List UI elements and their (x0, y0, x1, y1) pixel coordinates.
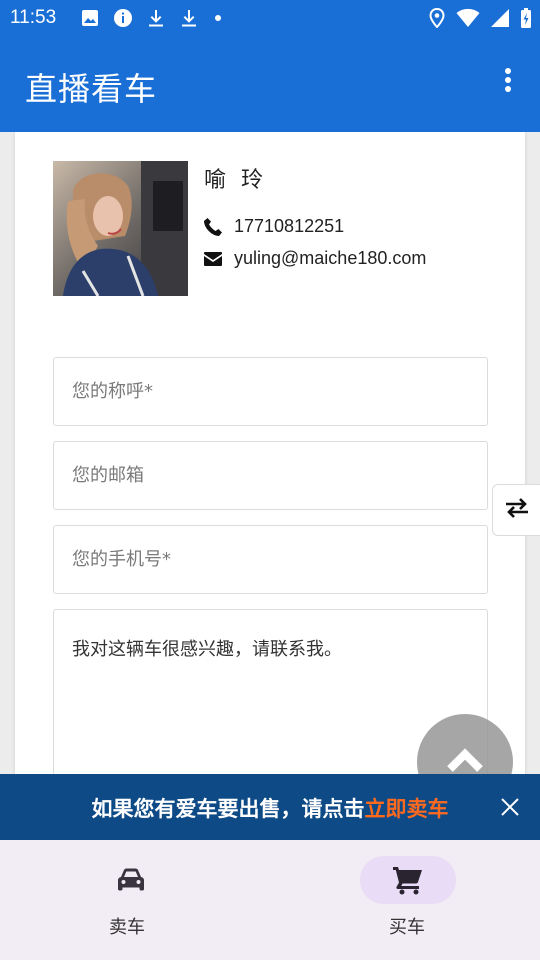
app-title: 直播看车 (25, 70, 158, 108)
image-icon (80, 8, 100, 28)
content-area[interactable]: 喻 玲 17710812251 yuling@maiche180.com 您的称… (0, 132, 540, 774)
agent-phone-row[interactable]: 17710812251 (203, 216, 344, 237)
agent-phone: 17710812251 (234, 216, 345, 236)
nav-icon-container-selected (360, 856, 456, 904)
sell-now-link[interactable]: 立即卖车 (365, 797, 449, 821)
swap-button[interactable] (492, 484, 540, 536)
status-bar: 11:53 (0, 0, 540, 36)
nav-icon-container (83, 856, 179, 904)
signal-icon (490, 8, 510, 28)
chevron-up-icon (447, 748, 483, 772)
agent-email: yuling@maiche180.com (234, 248, 427, 268)
agent-email-row[interactable]: yuling@maiche180.com (203, 248, 426, 269)
phone-icon (203, 217, 223, 237)
nav-label-sell: 卖车 (109, 917, 145, 938)
download-icon (146, 8, 166, 28)
status-right-icons (428, 8, 532, 28)
status-time: 11:53 (10, 7, 57, 28)
agent-avatar (53, 161, 188, 296)
nav-label-buy: 买车 (389, 917, 425, 938)
download-icon (179, 8, 199, 28)
battery-icon (520, 8, 532, 28)
name-input[interactable]: 您的称呼* (53, 357, 488, 426)
nav-item-buy-car[interactable]: 买车 (270, 840, 540, 960)
nav-item-sell-car[interactable]: 卖车 (0, 840, 270, 960)
agent-contact-card: 喻 玲 17710812251 yuling@maiche180.com 您的称… (15, 132, 525, 774)
envelope-icon (203, 249, 223, 269)
dot-icon (212, 8, 224, 28)
more-vert-icon[interactable] (502, 68, 514, 98)
promo-text: 如果您有爱车要出售，请点击立即卖车 (0, 793, 540, 823)
bottom-navigation: 卖车 买车 (0, 840, 540, 960)
location-icon (428, 8, 446, 28)
wifi-icon (456, 8, 480, 28)
phone-input[interactable]: 您的手机号* (53, 525, 488, 594)
close-icon[interactable] (500, 797, 520, 817)
agent-name: 喻 玲 (204, 168, 267, 193)
car-icon (118, 868, 144, 891)
cart-icon (393, 867, 422, 895)
swap-arrows-icon (504, 497, 530, 523)
app-bar: 直播看车 (0, 36, 540, 132)
promo-message: 如果您有爱车要出售，请点击 (91, 797, 365, 821)
info-icon (113, 8, 133, 28)
status-left-icons (80, 8, 224, 28)
sell-car-promo-banner[interactable]: 如果您有爱车要出售，请点击立即卖车 (0, 774, 540, 840)
email-input[interactable]: 您的邮箱 (53, 441, 488, 510)
